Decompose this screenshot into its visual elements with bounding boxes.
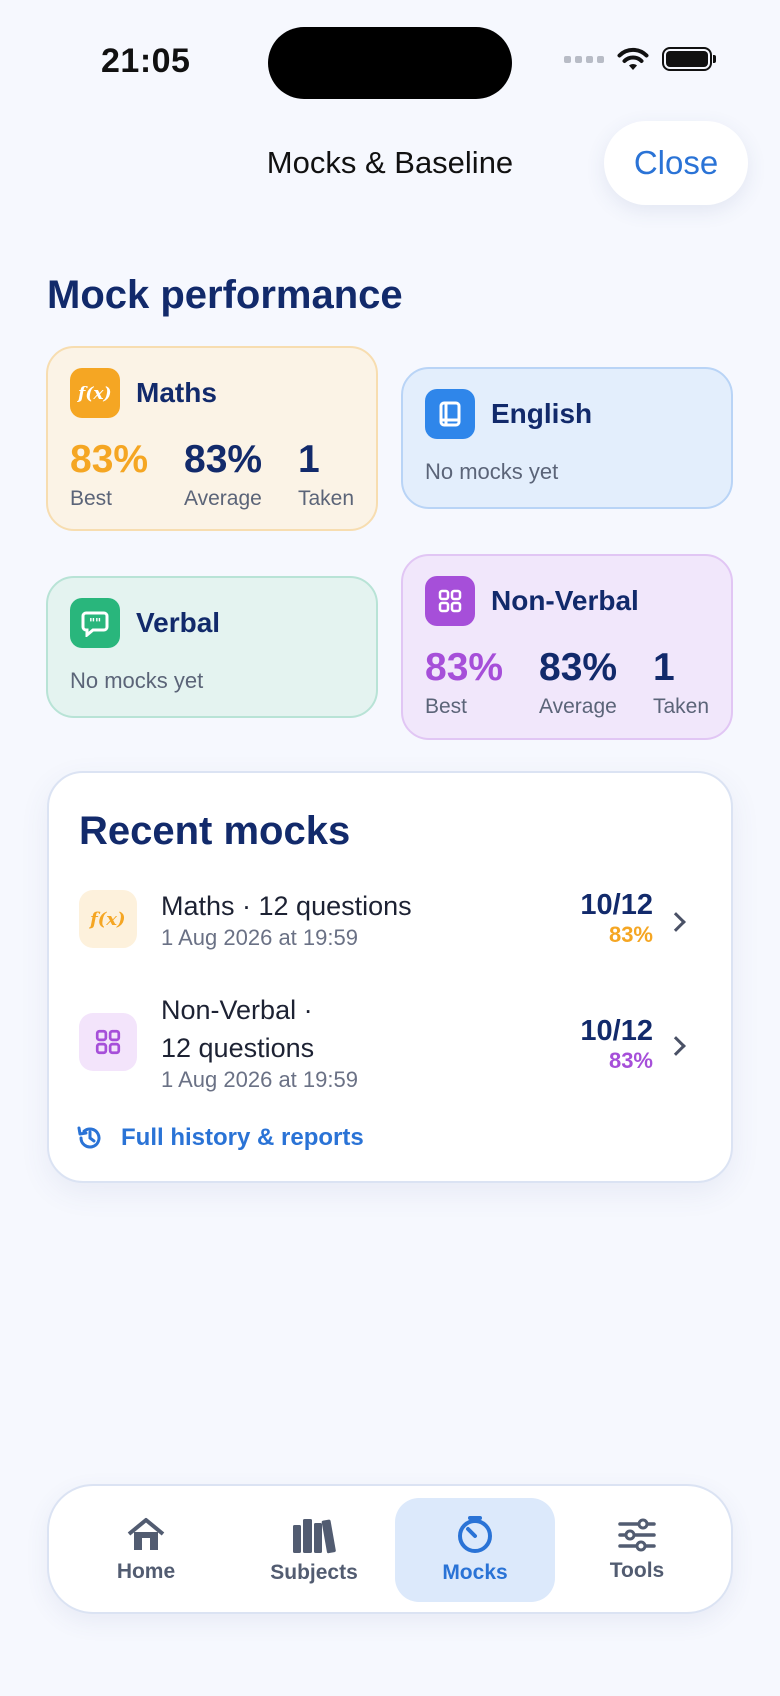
subject-card-nonverbal[interactable]: Non-Verbal 83% Best 83% Average 1 Taken — [401, 554, 733, 740]
svg-text:": " — [95, 616, 101, 630]
mock-percent: 83% — [608, 1048, 653, 1073]
mock-title-line1: Non-Verbal · — [161, 995, 313, 1025]
subject-name: Non-Verbal — [491, 585, 639, 616]
mock-row-nonverbal[interactable]: Non-Verbal · 12 questions 1 Aug 2026 at … — [79, 991, 709, 1101]
mock-score: 10/12 — [580, 1015, 653, 1047]
full-history-link[interactable]: Full history & reports — [75, 1123, 364, 1153]
svg-text:f(x): f(x) — [77, 384, 112, 404]
subject-name: English — [491, 398, 593, 429]
stat-taken: 1 Taken — [298, 438, 355, 510]
sliders-icon — [618, 1518, 656, 1552]
house-icon — [127, 1518, 165, 1550]
books-icon — [293, 1519, 336, 1554]
function-icon: f(x) — [79, 890, 137, 948]
full-history-label: Full history & reports — [121, 1124, 364, 1151]
stat-taken: 1 Taken — [653, 646, 710, 718]
status-time: 21:05 — [101, 42, 191, 80]
section-title: Mock performance — [47, 273, 403, 317]
mock-date: 1 Aug 2026 at 19:59 — [161, 1067, 358, 1092]
cellular-signal-icon — [564, 55, 604, 63]
stat-best: 83% Best — [425, 646, 504, 718]
chevron-right-icon — [666, 1036, 686, 1056]
empty-state-text: No mocks yet — [70, 668, 204, 693]
tab-mocks[interactable]: Mocks — [395, 1498, 555, 1602]
stopwatch-icon — [458, 1516, 492, 1553]
close-button[interactable]: Close — [604, 121, 748, 205]
mock-percent: 83% — [608, 922, 653, 947]
grid-icon — [425, 576, 475, 626]
svg-text:f(x): f(x) — [88, 909, 126, 930]
wifi-icon — [617, 47, 649, 70]
tab-bar: Home Subjects Mocks Tools — [47, 1484, 733, 1614]
mock-date: 1 Aug 2026 at 19:59 — [161, 925, 358, 950]
subject-card-maths[interactable]: f(x) Maths 83% Best 83% Average 1 Taken — [46, 346, 378, 531]
recent-mocks-title: Recent mocks — [79, 809, 351, 853]
stat-average: 83% Average — [184, 438, 263, 510]
subject-card-english[interactable]: English No mocks yet — [401, 367, 733, 509]
chevron-right-icon — [666, 912, 686, 932]
tab-subjects[interactable]: Subjects — [234, 1498, 394, 1602]
tab-tools[interactable]: Tools — [557, 1498, 717, 1602]
empty-state-text: No mocks yet — [425, 459, 559, 484]
subject-name: Maths — [136, 377, 217, 408]
mock-row-maths[interactable]: f(x) Maths · 12 questions 1 Aug 2026 at … — [79, 887, 709, 959]
book-icon — [425, 389, 475, 439]
speech-bubble-icon: " " — [70, 598, 120, 648]
history-icon — [77, 1126, 101, 1149]
recent-mocks-card: Recent mocks f(x) Maths · 12 questions 1… — [47, 771, 733, 1183]
mock-title: Maths · 12 questions — [161, 891, 412, 921]
mock-title-line2: 12 questions — [161, 1033, 315, 1063]
dynamic-island — [268, 27, 512, 99]
stat-best: 83% Best — [70, 438, 149, 510]
mock-score: 10/12 — [580, 889, 653, 921]
subject-card-verbal[interactable]: " " Verbal No mocks yet — [46, 576, 378, 718]
stat-average: 83% Average — [539, 646, 618, 718]
subject-name: Verbal — [136, 607, 221, 638]
function-icon: f(x) — [70, 368, 120, 418]
tab-home[interactable]: Home — [66, 1498, 226, 1602]
status-icons — [564, 46, 716, 72]
battery-icon — [662, 47, 716, 71]
grid-icon — [79, 1013, 137, 1071]
